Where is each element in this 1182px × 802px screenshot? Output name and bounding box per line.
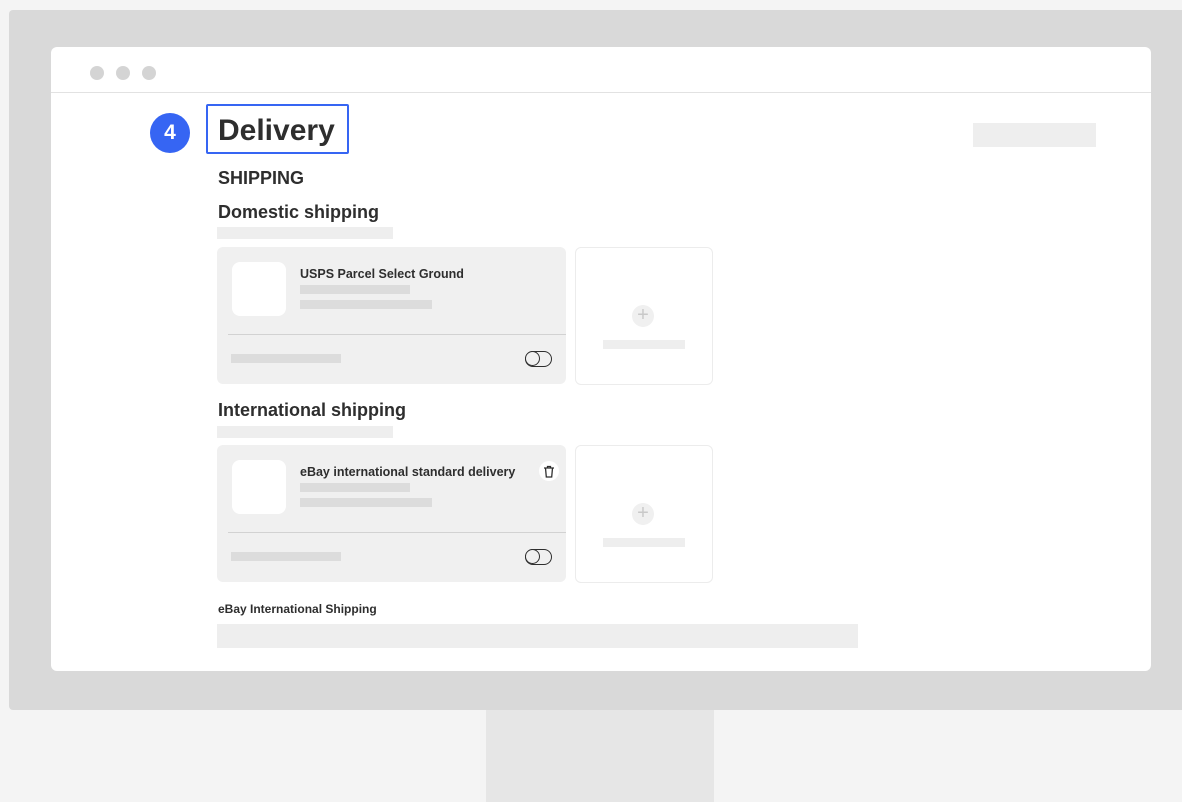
- ebay-international-shipping-field[interactable]: [217, 624, 858, 648]
- browser-window: 4 Delivery SHIPPING Domestic shipping US…: [51, 47, 1151, 671]
- add-domestic-service-button[interactable]: +: [575, 247, 713, 385]
- card-divider: [228, 334, 566, 335]
- service-title: eBay international standard delivery: [300, 465, 516, 479]
- service-price-placeholder: [231, 354, 341, 363]
- domestic-service-card[interactable]: USPS Parcel Select Ground: [217, 247, 566, 384]
- add-international-service-button[interactable]: +: [575, 445, 713, 583]
- plus-icon: +: [632, 503, 654, 525]
- card-divider: [228, 532, 566, 533]
- international-subtitle-placeholder: [217, 426, 393, 438]
- international-service-card[interactable]: eBay international standard delivery: [217, 445, 566, 582]
- service-title: USPS Parcel Select Ground: [300, 267, 464, 281]
- step-badge: 4: [150, 113, 190, 153]
- section-label: SHIPPING: [218, 168, 305, 188]
- trash-icon[interactable]: [539, 461, 559, 481]
- service-detail-placeholder: [300, 498, 432, 507]
- domestic-shipping-heading: Domestic shipping: [218, 202, 380, 222]
- service-detail-placeholder: [300, 300, 432, 309]
- toggle-off-icon[interactable]: [525, 548, 552, 565]
- page-title-highlight: Delivery: [206, 104, 349, 154]
- service-detail-placeholder: [300, 285, 410, 294]
- domestic-subtitle-placeholder: [217, 227, 393, 239]
- window-dot-icon: [116, 66, 130, 80]
- window-dot-icon: [90, 66, 104, 80]
- monitor-stand: [486, 710, 714, 802]
- page-title: Delivery: [218, 114, 335, 147]
- service-price-placeholder: [231, 552, 341, 561]
- plus-icon: +: [632, 305, 654, 327]
- add-label-placeholder: [603, 538, 685, 547]
- service-detail-placeholder: [300, 483, 410, 492]
- header-placeholder: [973, 123, 1096, 147]
- window-dot-icon: [142, 66, 156, 80]
- toggle-off-icon[interactable]: [525, 350, 552, 367]
- trash-icon-glyph: [544, 465, 554, 478]
- add-label-placeholder: [603, 340, 685, 349]
- service-logo: [232, 460, 286, 514]
- service-logo: [232, 262, 286, 316]
- international-shipping-heading: International shipping: [218, 400, 406, 420]
- ebay-international-shipping-label: eBay International Shipping: [218, 602, 377, 616]
- window-titlebar: [51, 47, 1151, 93]
